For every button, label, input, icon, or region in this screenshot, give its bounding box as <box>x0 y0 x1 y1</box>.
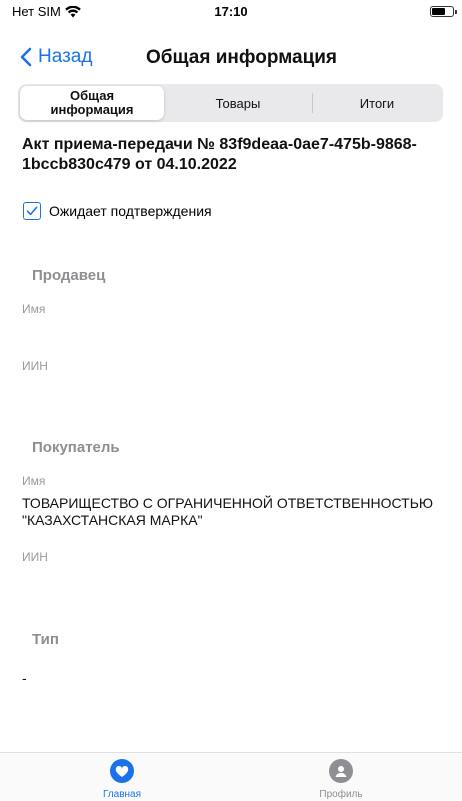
seller-name-label: Имя <box>22 302 46 316</box>
tab-profile-label: Профиль <box>319 789 363 800</box>
segment-products[interactable]: Товары <box>164 86 312 120</box>
navigation-bar: Назад Общая информация <box>0 38 462 78</box>
status-bar: Нет SIM 17:10 <box>0 0 462 22</box>
segment-general-info-label: Общая информация <box>50 87 134 117</box>
person-icon <box>329 759 353 783</box>
back-button[interactable]: Назад <box>20 46 92 68</box>
segment-products-label: Товары <box>215 95 261 111</box>
tab-home[interactable]: Главная <box>82 759 162 800</box>
buyer-name-label: Имя <box>22 474 46 488</box>
status-label: Ожидает подтверждения <box>49 203 212 219</box>
checkmark-icon <box>26 206 38 216</box>
document-title: Акт приема-передачи № 83f9deaa-0ae7-475b… <box>22 136 417 173</box>
status-row: Ожидает подтверждения <box>23 202 212 220</box>
type-value: - <box>22 670 27 686</box>
segment-totals-label: Итоги <box>359 95 395 111</box>
buyer-name-value: ТОВАРИЩЕСТВО С ОГРАНИЧЕННОЙ ОТВЕТСТВЕННО… <box>22 495 434 528</box>
chevron-left-icon <box>20 47 32 67</box>
segment-general-info[interactable]: Общая информация <box>20 86 164 120</box>
seller-header: Продавец <box>32 267 106 284</box>
type-header: Тип <box>32 631 59 648</box>
heart-icon <box>110 759 134 783</box>
tab-home-label: Главная <box>102 789 142 800</box>
tab-profile[interactable]: Профиль <box>301 759 381 800</box>
segment-totals[interactable]: Итоги <box>313 86 441 120</box>
tab-bar: Главная Профиль <box>0 752 462 801</box>
back-label: Назад <box>38 46 93 67</box>
segmented-control: Общая информация Товары Итоги <box>18 84 443 122</box>
buyer-iin-label: ИИН <box>22 550 48 564</box>
buyer-header: Покупатель <box>32 439 120 456</box>
status-time: 17:10 <box>214 4 248 19</box>
status-checkbox[interactable] <box>23 202 41 220</box>
page-title: Общая информация <box>146 47 338 68</box>
seller-iin-label: ИИН <box>22 359 48 373</box>
battery-icon <box>430 6 457 17</box>
